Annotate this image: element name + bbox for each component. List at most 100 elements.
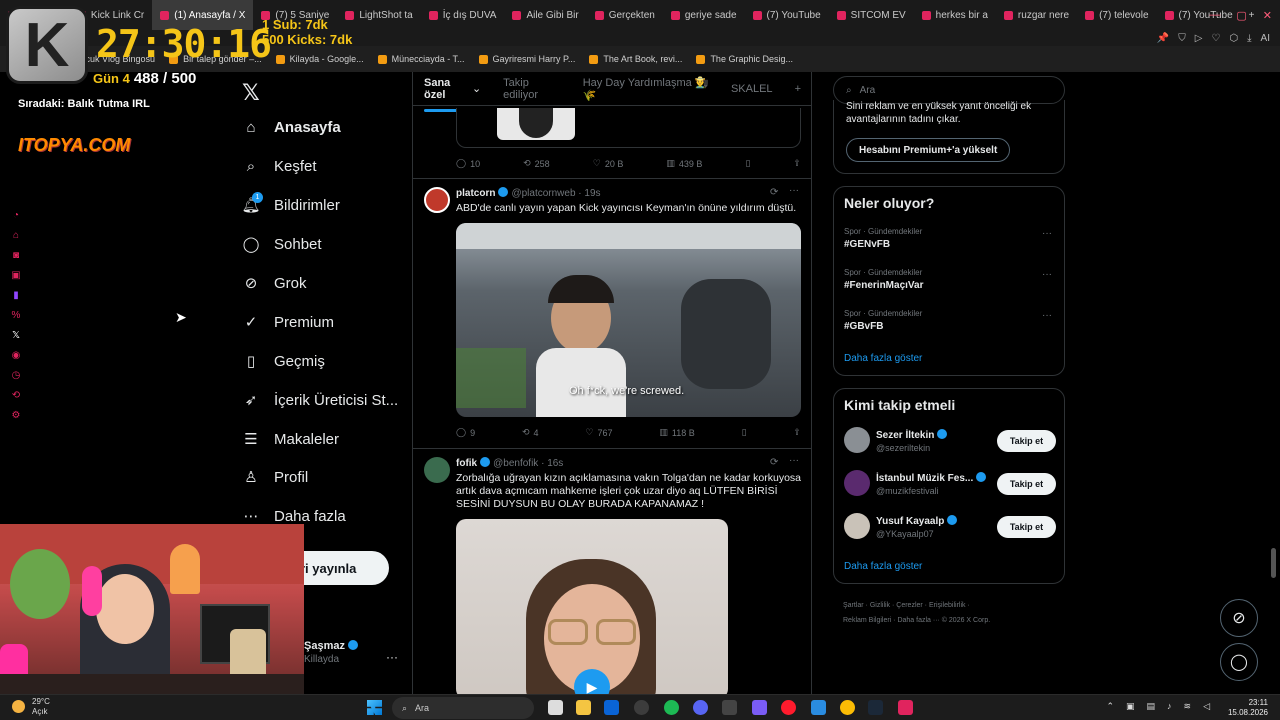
wifi-icon[interactable]: ≋ <box>1184 701 1192 712</box>
tweet-video[interactable]: ▶ <box>456 519 728 696</box>
start-icon[interactable] <box>367 700 382 715</box>
share-button[interactable]: ⇪ <box>793 427 801 438</box>
taskbar-clock[interactable]: 23:11 15.08.2026 <box>1228 698 1268 718</box>
minimize-icon[interactable]: — <box>1209 9 1220 21</box>
app-icon[interactable] <box>634 700 649 715</box>
trend-more-icon[interactable]: ··· <box>1042 228 1052 239</box>
ai-button[interactable]: AI <box>1261 33 1270 44</box>
bookmark-button[interactable]: ▯ <box>742 427 747 438</box>
grok-icon[interactable]: ⟳ <box>770 457 778 468</box>
download-icon[interactable]: ⤓ <box>1247 33 1251 44</box>
nav-item[interactable]: ➶ İçerik Üreticisi St... <box>242 391 398 410</box>
grok-fab-icon[interactable]: ⊘ <box>1220 599 1258 637</box>
tweet-image[interactable] <box>456 108 801 148</box>
browser-tab[interactable]: (7) YouTube <box>745 0 829 30</box>
notepad-icon[interactable] <box>811 700 826 715</box>
spotify-icon[interactable] <box>664 700 679 715</box>
tray-app-icon[interactable]: ▣ <box>1126 701 1135 712</box>
tweet-more-icon[interactable]: ··· <box>789 185 799 196</box>
feed-tab[interactable]: Hay Day Yardımlaşma 👨‍🌾🌾 <box>583 76 709 102</box>
trend-more-icon[interactable]: ··· <box>1042 269 1052 280</box>
who-to-follow-item[interactable]: Yusuf Kayaalp @YKayaalp07 Takip et <box>844 513 1056 541</box>
tweet-video[interactable]: Oh f*ck, we're screwed. <box>456 223 801 417</box>
scrollbar-thumb[interactable] <box>1271 548 1276 578</box>
account-switcher[interactable]: Şaşmaz Killayda <box>304 640 361 665</box>
nav-item[interactable]: ☰ Makaleler <box>242 430 339 449</box>
footer-line[interactable]: Reklam Bilgileri · Daha fazla ··· © 2026… <box>843 613 1063 628</box>
task-view-icon[interactable] <box>548 700 563 715</box>
trend-item[interactable]: Spor · Gündemdekiler #GBvFB <box>844 309 922 332</box>
bookmark-item[interactable]: The Graphic Desig... <box>696 54 793 64</box>
sidebar-app-icon[interactable]: ⟲ <box>12 390 20 401</box>
chevron-up-icon[interactable]: ⌃ <box>1106 701 1114 712</box>
avatar[interactable] <box>424 187 450 213</box>
nav-item[interactable]: ♙ Profil <box>242 468 308 487</box>
bookmark-item[interactable]: The Art Book, revi... <box>589 54 682 64</box>
browser-tab[interactable]: herkes bir a <box>914 0 996 30</box>
shield-icon[interactable]: ⛉ <box>1178 33 1186 44</box>
bookmark-item[interactable]: Kilayda - Google... <box>275 54 364 64</box>
add-tab-button[interactable]: + <box>795 83 801 95</box>
feed-tab[interactable]: Takip ediliyor <box>503 77 561 101</box>
follow-button[interactable]: Takip et <box>997 473 1056 495</box>
weather-widget[interactable]: 29°C Açık <box>12 697 50 717</box>
avatar[interactable] <box>424 457 450 483</box>
tweet[interactable]: fofik @benfofik · 16s ⟳ ··· Zorbalığa uğr… <box>413 448 811 696</box>
browser-tab[interactable]: (7) televole <box>1077 0 1156 30</box>
x-logo-icon[interactable]: 𝕏 <box>242 80 260 106</box>
follow-button[interactable]: Takip et <box>997 430 1056 452</box>
outlook-icon[interactable] <box>604 700 619 715</box>
x-icon[interactable]: 𝕏 <box>12 330 20 341</box>
sidebar-app-icon[interactable]: ⌂ <box>13 230 19 241</box>
nav-item[interactable]: ✓ Premium <box>242 313 334 332</box>
who-to-follow-item[interactable]: İstanbul Müzik Fes... @muzikfestivali Taki… <box>844 470 1056 498</box>
nav-item[interactable]: ▯ Geçmiş <box>242 352 325 371</box>
extensions-icon[interactable]: ⬡ <box>1229 33 1238 44</box>
nav-item[interactable]: ⊘ Grok <box>242 274 307 293</box>
nav-item[interactable]: ⌂ Anasayfa <box>242 118 340 136</box>
mic-icon[interactable]: ♪ <box>1167 701 1172 712</box>
avatar[interactable] <box>844 470 870 496</box>
sidebar-app-icon[interactable]: ◉ <box>12 350 21 361</box>
repost-button[interactable]: ⟲ 258 <box>523 158 550 169</box>
browser-tab[interactable]: Gerçekten <box>587 0 663 30</box>
settings-icon[interactable]: ⚙ <box>12 410 21 421</box>
nav-item[interactable]: 🔔︎ 1 Bildirimler <box>241 192 340 214</box>
nav-item[interactable]: ⌕ Keşfet <box>242 157 317 175</box>
nav-item[interactable]: ⋯ Daha fazla <box>242 507 346 526</box>
follow-button[interactable]: Takip et <box>997 516 1056 538</box>
tweet[interactable]: platcorn @platcornweb · 19s ⟳ ··· ABD'de … <box>413 178 811 448</box>
taskbar-search[interactable]: ⌕ Ara <box>392 697 534 719</box>
reply-button[interactable]: ◯ 10 <box>456 158 480 169</box>
steam-icon[interactable] <box>868 700 883 715</box>
twitch-icon[interactable]: ▮ <box>13 290 19 301</box>
taskbar-search-input[interactable]: Ara <box>415 703 429 713</box>
browser-tab[interactable]: Aile Gibi Bir <box>504 0 586 30</box>
tweet-more-icon[interactable]: ··· <box>789 455 799 466</box>
show-more-link[interactable]: Daha fazla göster <box>844 561 922 572</box>
browser-tab[interactable]: ruzgar nere <box>996 0 1077 30</box>
footer-line[interactable]: Şartlar · Gizlilik · Çerezler · Erişileb… <box>843 598 1063 613</box>
chevron-down-icon[interactable]: ⌄ <box>472 82 481 95</box>
browser-tab[interactable]: geriye sade <box>663 0 745 30</box>
grok-icon[interactable]: ⟳ <box>770 187 778 198</box>
account-more-icon[interactable]: ··· <box>386 650 398 664</box>
avatar[interactable] <box>844 427 870 453</box>
trend-item[interactable]: Spor · Gündemdekiler #FenerinMaçıVar <box>844 268 923 291</box>
messages-fab-icon[interactable]: ◯ <box>1220 643 1258 681</box>
bookmark-item[interactable]: Gayriresmi Harry P... <box>478 54 575 64</box>
sidebar-app-icon[interactable]: ◔ <box>13 210 19 221</box>
repost-button[interactable]: ⟲ 4 <box>522 427 539 438</box>
feed-tab[interactable]: SKALEL <box>731 83 773 95</box>
clock-icon[interactable]: ◷ <box>12 370 21 381</box>
browser-tab[interactable]: İç dış DUVA <box>421 0 505 30</box>
bookmark-button[interactable]: ▯ <box>745 158 750 169</box>
post-button[interactable]: ri yayınla <box>300 551 389 585</box>
folder-icon[interactable]: ▤ <box>1147 701 1156 712</box>
sidebar-app-icon[interactable]: % <box>12 310 21 321</box>
file-explorer-icon[interactable] <box>576 700 591 715</box>
sidebar-app-icon[interactable]: ◙ <box>13 250 19 261</box>
like-button[interactable]: ♡ 20 B <box>593 158 624 169</box>
who-to-follow-item[interactable]: Sezer İltekin @sezeriltekin Takip et <box>844 427 1056 455</box>
app-icon[interactable] <box>752 700 767 715</box>
